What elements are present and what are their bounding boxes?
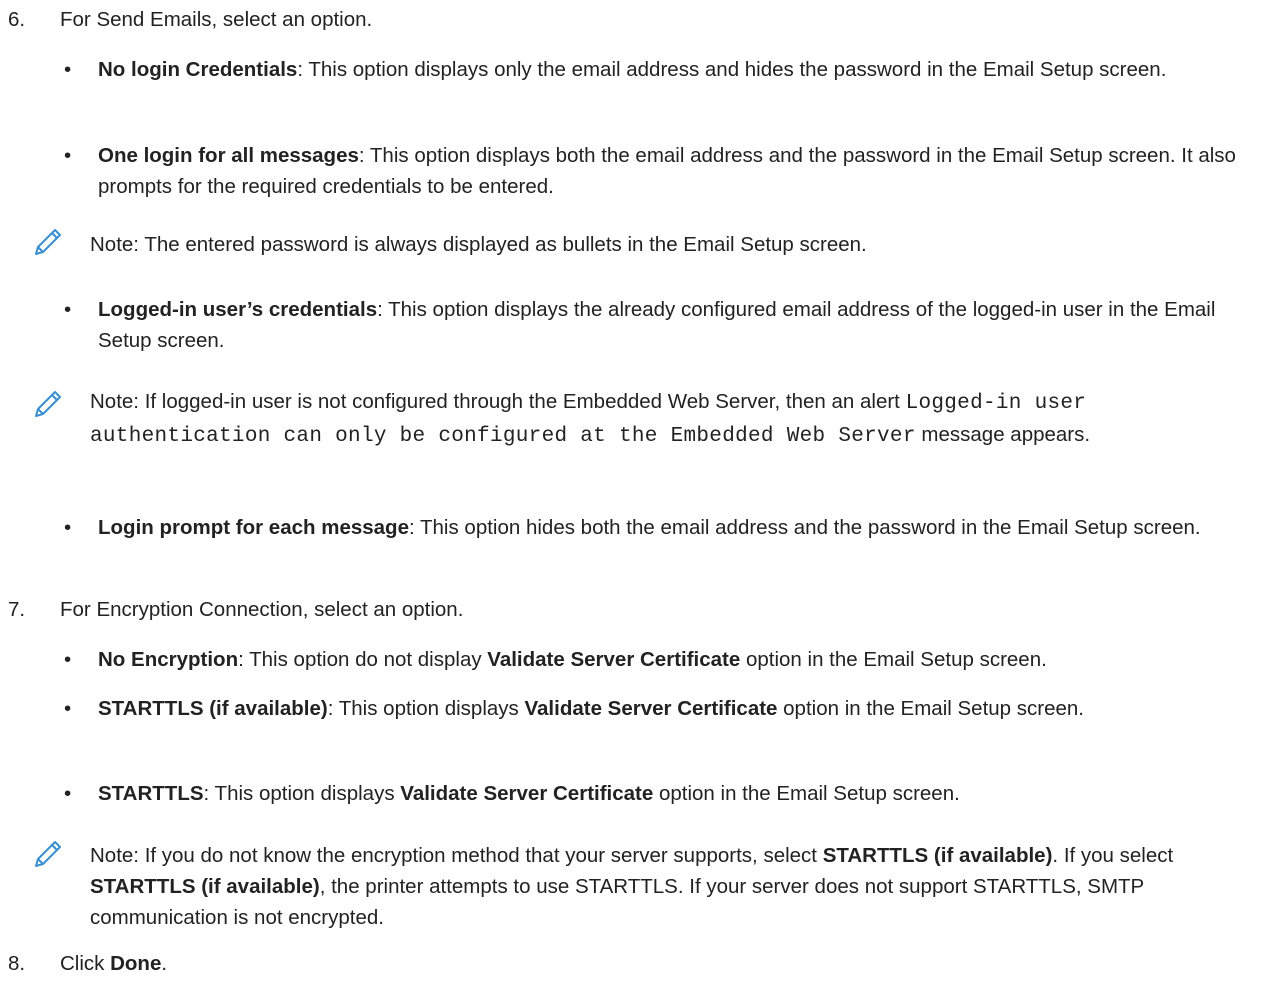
- step-text: Click Done.: [60, 948, 167, 979]
- bullet-one-login-all-messages: • One login for all messages: This optio…: [64, 140, 1248, 202]
- bullet-no-encryption: • No Encryption: This option do not disp…: [64, 644, 1248, 675]
- option-title: Logged-in user’s credentials: [98, 298, 378, 321]
- bullet-dot: •: [64, 516, 72, 539]
- note-bold-ref: STARTTLS (if available): [90, 875, 320, 898]
- option-title: No Encryption: [98, 648, 239, 671]
- option-title: STARTTLS: [98, 782, 204, 805]
- option-description: : This option displays: [203, 782, 401, 805]
- note-text: Note: If you do not know the encryption …: [90, 844, 823, 867]
- option-bold-ref: Validate Server Certificate: [487, 648, 741, 671]
- note-text-mid: . If you select: [1052, 844, 1174, 867]
- note-text: Note: If logged-in user is not configure…: [90, 390, 906, 413]
- option-title: STARTTLS (if available): [98, 697, 328, 720]
- pencil-icon: [35, 391, 61, 417]
- bullet-login-prompt-each-message: • Login prompt for each message: This op…: [64, 512, 1248, 543]
- option-description: : This option displays only the email ad…: [297, 58, 1167, 81]
- bullet-dot: •: [64, 697, 72, 720]
- step-text: For Encryption Connection, select an opt…: [60, 598, 464, 621]
- document-page: 6. For Send Emails, select an option. • …: [0, 0, 1261, 982]
- option-description: : This option hides both the email addre…: [408, 516, 1201, 539]
- bullet-dot: •: [64, 648, 72, 671]
- note-encryption-method: Note: If you do not know the encryption …: [90, 840, 1250, 933]
- pencil-icon: [35, 841, 61, 867]
- note-bold-ref: STARTTLS (if available): [822, 844, 1053, 867]
- option-bold-ref: Validate Server Certificate: [524, 697, 778, 720]
- option-description-end: option in the Email Setup screen.: [740, 648, 1047, 671]
- option-title: No login Credentials: [98, 58, 298, 81]
- step-number: 8.: [8, 952, 26, 975]
- option-description-end: option in the Email Setup screen.: [777, 697, 1084, 720]
- bullet-starttls-if-available: • STARTTLS (if available): This option d…: [64, 693, 1248, 724]
- bullet-dot: •: [64, 298, 72, 321]
- bullet-logged-in-user-credentials: • Logged-in user’s credentials: This opt…: [64, 294, 1248, 356]
- option-title: One login for all messages: [98, 144, 359, 167]
- option-description-end: option in the Email Setup screen.: [653, 782, 960, 805]
- step-text-pre: Click: [60, 952, 111, 975]
- pencil-icon: [35, 229, 61, 255]
- option-bold-ref: Validate Server Certificate: [400, 782, 654, 805]
- step-number: 7.: [8, 598, 26, 621]
- bullet-dot: •: [64, 144, 72, 167]
- bullet-starttls: • STARTTLS: This option displays Validat…: [64, 778, 1248, 809]
- done-label: Done: [110, 952, 162, 975]
- step-text: For Send Emails, select an option.: [60, 8, 373, 31]
- bullet-dot: •: [64, 58, 72, 81]
- step-text-end: .: [161, 952, 168, 975]
- bullet-dot: •: [64, 782, 72, 805]
- option-title: Login prompt for each message: [98, 516, 409, 539]
- option-description: : This option displays: [327, 697, 525, 720]
- step-number: 6.: [8, 8, 26, 31]
- note-password-bullets: Note: The entered password is always dis…: [90, 233, 867, 256]
- note-text-end: message appears.: [915, 423, 1091, 446]
- bullet-no-login-credentials: • No login Credentials: This option disp…: [64, 54, 1248, 85]
- option-description: : This option do not display: [238, 648, 488, 671]
- note-logged-in-alert: Note: If logged-in user is not configure…: [90, 386, 1250, 452]
